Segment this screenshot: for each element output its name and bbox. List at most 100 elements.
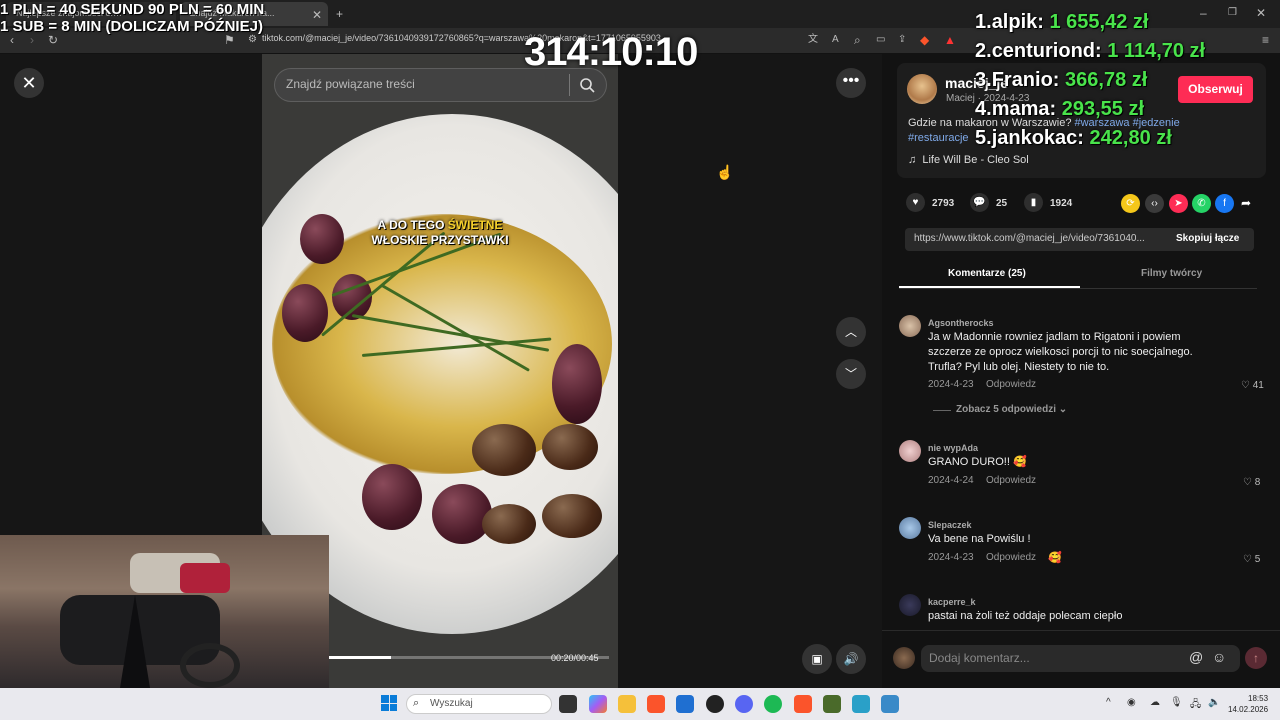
- taskbar-search[interactable]: [406, 694, 552, 714]
- olive: [300, 214, 344, 264]
- send-friend-button[interactable]: ➤: [1169, 194, 1188, 213]
- brave-icon[interactable]: [647, 695, 665, 713]
- tab-creator-videos[interactable]: Filmy twórcy: [1141, 268, 1202, 279]
- whatsapp-share-button[interactable]: ✆: [1192, 194, 1211, 213]
- headphones-image: [180, 643, 240, 688]
- comment-user[interactable]: nie wypAda: [928, 443, 978, 453]
- forward-icon[interactable]: ›: [30, 33, 34, 47]
- spotify-icon[interactable]: [764, 695, 782, 713]
- like-count: 2793: [932, 198, 955, 209]
- network-icon[interactable]: 🖧: [1190, 697, 1201, 714]
- share-icon[interactable]: ⇪: [898, 33, 906, 47]
- bookmark-icon[interactable]: ⚑: [224, 33, 235, 47]
- discord-icon[interactable]: [735, 695, 753, 713]
- comment-count: 25: [996, 198, 1008, 209]
- creator-avatar[interactable]: [907, 74, 937, 104]
- comment-avatar[interactable]: [899, 594, 921, 616]
- repost-button[interactable]: ⟳: [1121, 194, 1140, 213]
- store-icon[interactable]: [676, 695, 694, 713]
- webcam-feed: [0, 535, 329, 688]
- music-link[interactable]: ♫ Life Will Be - Cleo Sol: [908, 154, 1029, 166]
- comment-text: pastai na żoli też oddaje polecam ciepło: [928, 610, 1123, 622]
- reply-button[interactable]: Odpowiedz: [986, 552, 1036, 563]
- close-video-button[interactable]: ✕: [14, 68, 44, 98]
- mouse-cursor-icon: ☝: [716, 164, 734, 180]
- search-icon[interactable]: [578, 76, 596, 94]
- caption-text-2: WŁOSKIE PRZYSTAWKI: [371, 233, 509, 247]
- hashtag-link[interactable]: #restauracje: [908, 132, 969, 144]
- start-icon[interactable]: [381, 695, 397, 711]
- cast-icon[interactable]: ▭: [876, 33, 885, 47]
- previous-video-button[interactable]: ︿: [836, 317, 866, 347]
- like-button[interactable]: ♥: [906, 193, 925, 212]
- comment-placeholder: Dodaj komentarz...: [929, 651, 1030, 665]
- brave-shield-icon[interactable]: ◆: [920, 33, 929, 47]
- share-arrow-icon[interactable]: ➦: [1241, 196, 1251, 210]
- volume-button[interactable]: 🔊: [836, 644, 866, 674]
- taskbar-search-icon: ⌕: [413, 697, 420, 709]
- maximize-icon[interactable]: ❐: [1228, 6, 1237, 20]
- comment-avatar[interactable]: [899, 440, 921, 462]
- read-aloud-icon[interactable]: A: [832, 33, 839, 47]
- zoom-icon[interactable]: ⌕: [854, 33, 861, 47]
- app-icon[interactable]: [823, 695, 841, 713]
- send-icon: ➤: [1174, 198, 1183, 209]
- heart-icon: ♥: [912, 197, 919, 208]
- floating-player-button[interactable]: ▣: [802, 644, 832, 674]
- translate-icon[interactable]: 文: [808, 33, 818, 47]
- music-title: Life Will Be - Cleo Sol: [922, 154, 1029, 166]
- copilot-icon[interactable]: [589, 695, 607, 713]
- tray-chevron-icon[interactable]: ^: [1106, 697, 1111, 708]
- windows-taskbar: [0, 688, 1280, 720]
- reload-icon[interactable]: ↻: [48, 33, 58, 47]
- share-link[interactable]: https://www.tiktok.com/@maciej_je/video/…: [914, 233, 1166, 244]
- comment-like[interactable]: ♡ 5: [1243, 554, 1260, 565]
- tray-app-icon[interactable]: ◉: [1127, 697, 1136, 708]
- comment-button[interactable]: 💬: [970, 193, 989, 212]
- microphone-icon[interactable]: 🎙: [1170, 697, 1183, 708]
- caption-text: A DO TEGO: [377, 218, 448, 232]
- comment-avatar[interactable]: [899, 517, 921, 539]
- facebook-share-button[interactable]: f: [1215, 194, 1234, 213]
- reply-button[interactable]: Odpowiedz: [986, 379, 1036, 390]
- save-count: 1924: [1050, 198, 1073, 209]
- comment-avatar[interactable]: [899, 315, 921, 337]
- file-explorer-icon[interactable]: [618, 695, 636, 713]
- mention-icon[interactable]: @: [1189, 649, 1203, 665]
- menu-icon[interactable]: ≡: [1262, 33, 1269, 47]
- olive: [542, 424, 598, 470]
- emoji-icon[interactable]: ☺: [1212, 649, 1226, 665]
- more-options-button[interactable]: •••: [836, 68, 866, 98]
- notepad-icon[interactable]: [852, 695, 870, 713]
- comment-user[interactable]: Agsontherocks: [928, 318, 994, 328]
- next-video-button[interactable]: ﹀: [836, 359, 866, 389]
- obs-icon[interactable]: [706, 695, 724, 713]
- brave-active-icon[interactable]: [794, 695, 812, 713]
- comment-like[interactable]: ♡ 8: [1243, 477, 1260, 488]
- comment-user[interactable]: kacperre_k: [928, 597, 976, 607]
- site-info-icon[interactable]: ⚙: [248, 33, 257, 47]
- brave-rewards-icon[interactable]: ▲: [944, 33, 956, 47]
- copy-link-button[interactable]: Skopiuj łącze: [1176, 233, 1239, 244]
- arrow-up-icon: ↑: [1253, 651, 1259, 665]
- embed-button[interactable]: ‹›: [1145, 194, 1164, 213]
- my-avatar: [893, 647, 915, 669]
- tab-comments[interactable]: Komentarze (25): [948, 268, 1026, 279]
- comment-user[interactable]: Slepaczek: [928, 520, 972, 530]
- comment-like[interactable]: ♡ 41: [1241, 380, 1264, 391]
- volume-icon[interactable]: 🔈: [1208, 697, 1220, 708]
- new-tab-icon[interactable]: +: [336, 7, 343, 21]
- task-view-icon[interactable]: [559, 695, 577, 713]
- close-tab-icon[interactable]: ✕: [312, 8, 322, 22]
- reply-button[interactable]: Odpowiedz: [986, 475, 1036, 486]
- post-comment-button[interactable]: ↑: [1245, 647, 1267, 669]
- comment-date: 2024-4-23: [928, 552, 974, 563]
- window-close-icon[interactable]: ✕: [1256, 6, 1266, 20]
- calculator-icon[interactable]: [881, 695, 899, 713]
- back-icon[interactable]: ‹: [10, 33, 14, 47]
- tray-cloud-icon[interactable]: ☁: [1150, 697, 1160, 708]
- search-divider: [569, 74, 570, 96]
- taskbar-clock[interactable]: 18:53 14.02.2026: [1228, 693, 1268, 715]
- save-button[interactable]: ▮: [1024, 193, 1043, 212]
- view-replies-button[interactable]: Zobacz 5 odpowiedzi ⌄: [956, 404, 1067, 415]
